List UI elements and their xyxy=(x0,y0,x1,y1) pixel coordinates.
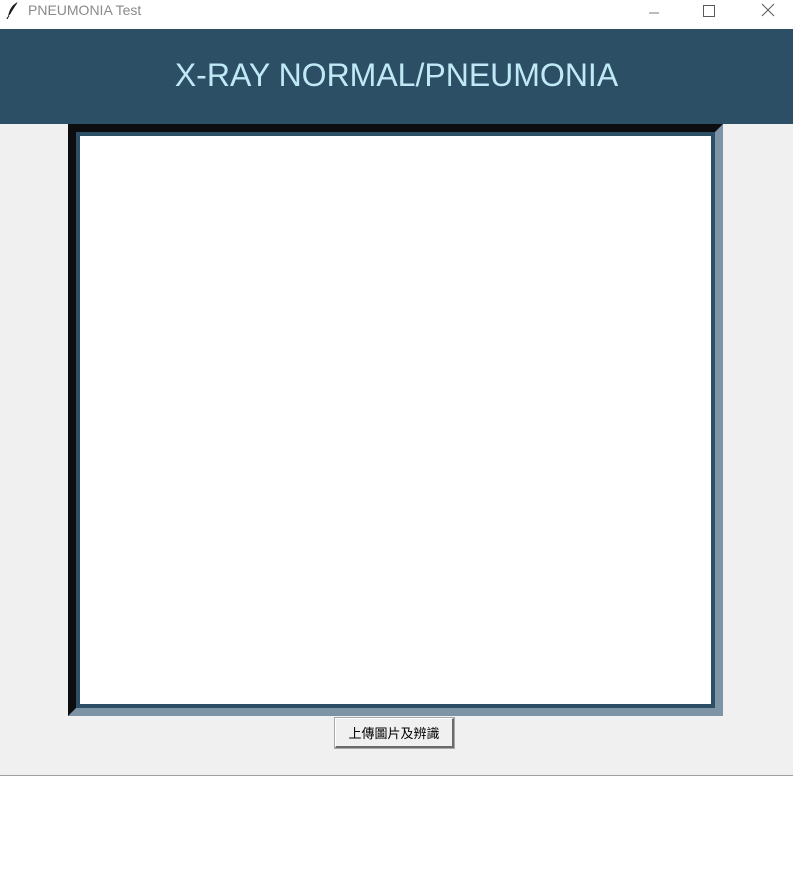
main-content: 上傳圖片及辨識 xyxy=(0,124,793,776)
minimize-button[interactable] xyxy=(631,0,677,22)
image-display-canvas xyxy=(80,136,711,704)
upload-and-recognize-button[interactable]: 上傳圖片及辨識 xyxy=(334,717,455,749)
title-bar[interactable]: PNEUMONIA Test xyxy=(0,0,793,29)
feather-icon xyxy=(6,1,20,20)
empty-bottom-area xyxy=(0,776,793,892)
window-title: PNEUMONIA Test xyxy=(28,2,142,18)
maximize-icon xyxy=(703,2,715,21)
minimize-icon xyxy=(648,2,660,21)
close-button[interactable] xyxy=(745,0,791,22)
app-window: PNEUMONIA Test X-RAY NORMAL/PNEUMONIA 上傳… xyxy=(0,0,793,892)
close-icon xyxy=(761,2,775,21)
image-display-frame xyxy=(68,124,723,716)
maximize-button[interactable] xyxy=(686,0,732,22)
app-header: X-RAY NORMAL/PNEUMONIA xyxy=(0,29,793,124)
header-title: X-RAY NORMAL/PNEUMONIA xyxy=(174,57,619,93)
